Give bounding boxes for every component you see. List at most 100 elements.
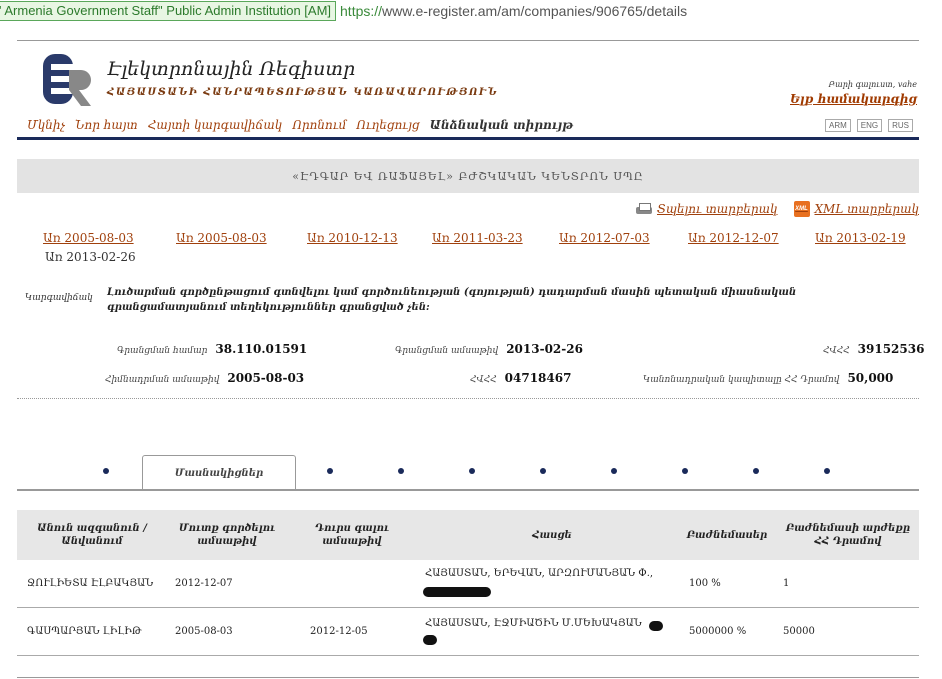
status-label: Կարգավիճակ: [25, 293, 93, 303]
nav-item-personal-area[interactable]: Անձնական տիրույթ: [430, 118, 573, 132]
participant-name: ՋՈՒԼԻԵՏԱ ԷԼԲԱԿՅԱՆ: [27, 578, 154, 589]
nav-item-home[interactable]: Մկնիչ: [27, 118, 65, 132]
state-id-label: ՀՎՀՀ: [470, 375, 497, 385]
table-row: ՋՈՒԼԻԵՏԱ ԷԼԲԱԿՅԱՆ 2012-12-07 ՀԱՅԱՍՏԱՆ, Ե…: [17, 560, 919, 608]
print-version-link[interactable]: Տպելու տարբերակ: [635, 201, 778, 217]
col-header-share-value: Բաժնեմասի արժեքը ՀՀ Դրամով: [785, 523, 911, 547]
reg-date-field: Գրանցման ամսաթիվ 2013-02-26: [395, 342, 583, 356]
reg-number-label: Գրանցման համար: [117, 346, 208, 356]
nav-divider: [17, 137, 919, 140]
lang-arm-button[interactable]: ARM: [824, 119, 851, 132]
participant-address-redacted: [423, 586, 491, 597]
current-date: Առ 2013-02-26: [45, 250, 136, 264]
founding-date-value: 2005-08-03: [227, 371, 305, 385]
print-version-label: Տպելու տարբերակ: [656, 202, 778, 216]
tab-dot-7[interactable]: [682, 468, 688, 474]
site-title: Էլեկտրոնային Ռեգիստր: [107, 58, 356, 80]
main-nav: Մկնիչ Նոր հայտ Հայտի կարգավիճակ Որոնում …: [27, 118, 573, 132]
tab-participants-label: Մասնակիցներ: [174, 468, 264, 479]
xml-version-label: XML տարբերակ: [814, 202, 919, 216]
date-link-2[interactable]: Առ 2005-08-03: [176, 231, 267, 245]
company-title-bar: «ԷԴԳԱՐ ԵՎ ՌԱՖԱՅԵԼ» ԲԺՇԿԱԿԱՆ ԿԵՆՏՐՈՆ ՍՊԸ: [17, 159, 919, 193]
language-switcher: ARM ENG RUS: [824, 119, 913, 132]
date-link-3[interactable]: Առ 2010-12-13: [307, 231, 398, 245]
page-bottom-rule: [17, 677, 919, 678]
participant-share-value: 50000: [783, 626, 815, 637]
tax-id-label: ՀՎՀՀ: [823, 346, 850, 356]
company-title: «ԷԴԳԱՐ ԵՎ ՌԱՖԱՅԵԼ» ԲԺՇԿԱԿԱՆ ԿԵՆՏՐՈՆ ՍՊԸ: [292, 169, 644, 183]
reg-number-field: Գրանցման համար 38.110.01591: [117, 342, 307, 356]
founding-date-field: Հիմնադրման ամսաթիվ 2005-08-03: [105, 371, 304, 385]
redaction-mark: [649, 620, 663, 631]
nav-item-guide[interactable]: Ուղեցույց: [356, 118, 419, 132]
tab-dot-8[interactable]: [753, 468, 759, 474]
printer-icon: [635, 202, 652, 216]
date-link-4[interactable]: Առ 2011-03-23: [432, 231, 523, 245]
tab-dot-9[interactable]: [824, 468, 830, 474]
info-divider: [17, 398, 919, 399]
date-link-7[interactable]: Առ 2013-02-19: [815, 231, 906, 245]
date-link-6[interactable]: Առ 2012-12-07: [688, 231, 779, 245]
lang-rus-button[interactable]: RUS: [888, 119, 913, 132]
participant-share-value: 1: [783, 578, 790, 589]
col-header-name: Անուն ազգանուն / Անվանում: [37, 523, 147, 547]
date-link-1[interactable]: Առ 2005-08-03: [43, 231, 134, 245]
greeting-text: Բարի գալուստ, vahe: [828, 80, 917, 89]
date-link-5[interactable]: Առ 2012-07-03: [559, 231, 650, 245]
col-header-entry-date: Մուտք գործելու ամսաթիվ: [178, 523, 276, 547]
tax-id-value: 39152536: [857, 342, 925, 356]
participant-address: ՀԱՅԱՍՏԱՆ, ԷՋՄԻԱԾԻՆ Մ.ՄԵԽԱԿՅԱՆ: [425, 618, 642, 629]
participant-address-redacted: [649, 620, 663, 631]
redaction-mark: [423, 634, 437, 645]
tab-dot-4[interactable]: [469, 468, 475, 474]
capital-value: 50,000: [847, 371, 894, 385]
participant-share: 5000000 %: [689, 626, 747, 637]
e-register-logo[interactable]: [43, 50, 95, 106]
col-header-exit-date: Դուրս գալու ամսաթիվ: [315, 523, 389, 547]
participant-exit-date: 2012-12-05: [310, 626, 368, 637]
lang-eng-button[interactable]: ENG: [856, 119, 883, 132]
tab-dot-1[interactable]: [103, 468, 109, 474]
participant-entry-date: 2012-12-07: [175, 578, 233, 589]
tab-dot-5[interactable]: [540, 468, 546, 474]
xml-file-icon: XML: [793, 201, 810, 217]
logout-link[interactable]: Ելք համակարգից: [790, 92, 917, 106]
tabs-divider: [17, 489, 919, 491]
participant-address: ՀԱՅԱՍՏԱՆ, ԵՐԵՎԱՆ, ԱՐԶՈՒՄԱՆՅԱՆ Փ.,: [425, 568, 654, 579]
participants-table-header: Անուն ազգանուն / Անվանում Մուտք գործելու…: [17, 510, 919, 560]
col-header-address: Հասցե: [532, 529, 572, 541]
founding-date-label: Հիմնադրման ամսաթիվ: [105, 375, 220, 385]
participant-entry-date: 2005-08-03: [175, 626, 233, 637]
tab-participants[interactable]: Մասնակիցներ: [142, 455, 296, 491]
capital-field: Կանոնադրական կապիտալը ՀՀ Դրամով 50,000: [643, 371, 893, 385]
participant-address-redacted: [423, 634, 437, 645]
status-text: Լուծարման գործընթացում գտնվելու կամ գործ…: [107, 287, 797, 313]
col-header-shares: Բաժնեմասեր: [686, 529, 768, 541]
reg-number-value: 38.110.01591: [215, 342, 308, 356]
url-text[interactable]: https://www.e-register.am/am/companies/9…: [340, 3, 687, 19]
tab-dot-3[interactable]: [398, 468, 404, 474]
tax-id-field: ՀՎՀՀ 39152536: [823, 342, 924, 356]
reg-date-label: Գրանցման ամսաթիվ: [395, 346, 499, 356]
table-row: ԳԱՍՊԱՐՅԱՆ ԼԻԼԻԹ 2005-08-03 2012-12-05 ՀԱ…: [17, 608, 919, 656]
nav-item-new-application[interactable]: Նոր հայտ: [75, 118, 138, 132]
reg-date-value: 2013-02-26: [506, 342, 583, 356]
ev-certificate-badge[interactable]: ' Armenia Government Staff" Public Admin…: [0, 1, 337, 21]
action-links: Տպելու տարբերակ XML XML տարբերակ: [635, 201, 919, 217]
tab-dot-2[interactable]: [327, 468, 333, 474]
participant-name: ԳԱՍՊԱՐՅԱՆ ԼԻԼԻԹ: [27, 626, 142, 637]
participant-share: 100 %: [689, 578, 721, 589]
page-top-rule: [17, 40, 919, 41]
state-id-field: ՀՎՀՀ 04718467: [470, 371, 571, 385]
url-scheme: https://: [340, 3, 383, 19]
nav-item-search[interactable]: Որոնում: [292, 118, 346, 132]
xml-version-link[interactable]: XML XML տարբերակ: [793, 201, 919, 217]
redaction-mark: [423, 586, 491, 597]
nav-item-application-status[interactable]: Հայտի կարգավիճակ: [148, 118, 283, 132]
capital-label: Կանոնադրական կապիտալը ՀՀ Դրամով: [643, 375, 840, 385]
tab-dot-6[interactable]: [611, 468, 617, 474]
address-bar[interactable]: ' Armenia Government Staff" Public Admin…: [0, 0, 942, 22]
site-subtitle: ՀԱՅԱՍՏԱՆԻ ՀԱՆՐԱՊԵՏՈՒԹՅԱՆ ԿԱՌԱՎԱՐՈՒԹՅՈՒՆ: [107, 87, 499, 98]
url-path: www.e-register.am/am/companies/906765/de…: [382, 3, 688, 19]
state-id-value: 04718467: [504, 371, 572, 385]
